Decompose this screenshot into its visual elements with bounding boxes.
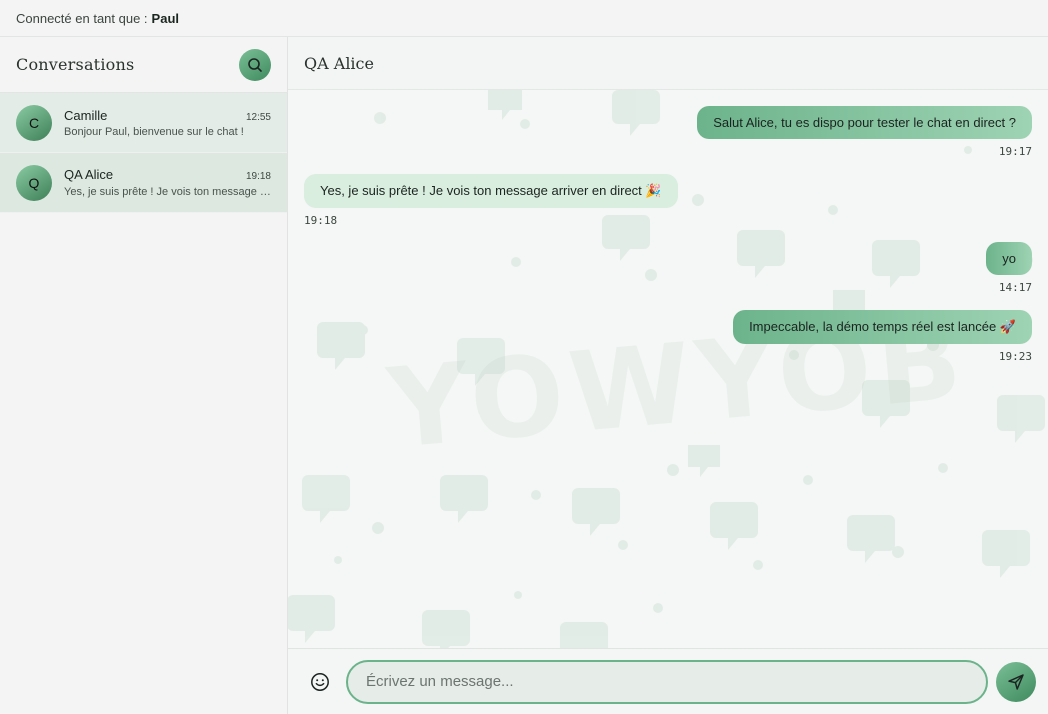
search-icon [248,57,262,72]
send-icon [1008,673,1024,690]
logged-in-label: Connecté en tant que : [16,10,148,26]
top-bar: Connecté en tant que : Paul [0,0,1048,37]
search-button[interactable] [239,48,271,81]
message-time: 19:17 [998,145,1032,158]
message-bubble: Salut Alice, tu es dispo pour tester le … [697,106,1032,139]
conversation-name: QA Alice [64,167,114,182]
message-bubble: yo [986,242,1032,275]
conversation-preview: Yes, je suis prête ! Je vois ton message… [64,186,271,198]
avatar: C [16,104,52,141]
chat-title: QA Alice [304,53,374,73]
message-bubble: Impeccable, la démo temps réel est lancé… [733,310,1032,344]
message-time: 19:18 [304,214,338,227]
conversation-time: 19:18 [245,171,271,182]
avatar: Q [16,164,52,201]
sidebar-title: Conversations [16,55,135,74]
message-input[interactable] [346,659,988,704]
message-outgoing: Impeccable, la démo temps réel est lancé… [733,310,1032,363]
current-user-name: Paul [151,10,180,26]
message-composer [288,648,1048,714]
conversation-preview: Bonjour Paul, bienvenue sur le chat ! [64,125,244,138]
conversation-item-camille[interactable]: C Camille 12:55 Bonjour Paul, bienvenue … [0,93,287,153]
message-list[interactable]: YOWYOB Salut Alice, tu es dispo pour tes… [288,90,1048,648]
message-incoming: Yes, je suis prête ! Je vois ton message… [304,174,678,227]
conversations-sidebar: Conversations C Camille 12:55 Bonjour Pa… [0,37,288,714]
message-outgoing: Salut Alice, tu es dispo pour tester le … [697,106,1032,158]
message-outgoing: yo 14:17 [986,242,1032,294]
message-bubble: Yes, je suis prête ! Je vois ton message… [304,174,678,208]
smiley-icon [311,672,329,691]
message-time: 14:17 [998,281,1032,294]
chat-panel: QA Alice YOWYOB Salut Alice, tu es dispo… [288,37,1048,714]
conversation-time: 12:55 [245,111,271,123]
conversation-item-qa-alice[interactable]: Q QA Alice 19:18 Yes, je suis prête ! Je… [0,153,287,213]
emoji-button[interactable] [308,670,332,694]
send-button[interactable] [996,661,1036,702]
chat-header: QA Alice [288,37,1048,90]
conversation-name: Camille [64,107,108,123]
sidebar-header: Conversations [0,37,287,93]
message-time: 19:23 [998,350,1032,363]
